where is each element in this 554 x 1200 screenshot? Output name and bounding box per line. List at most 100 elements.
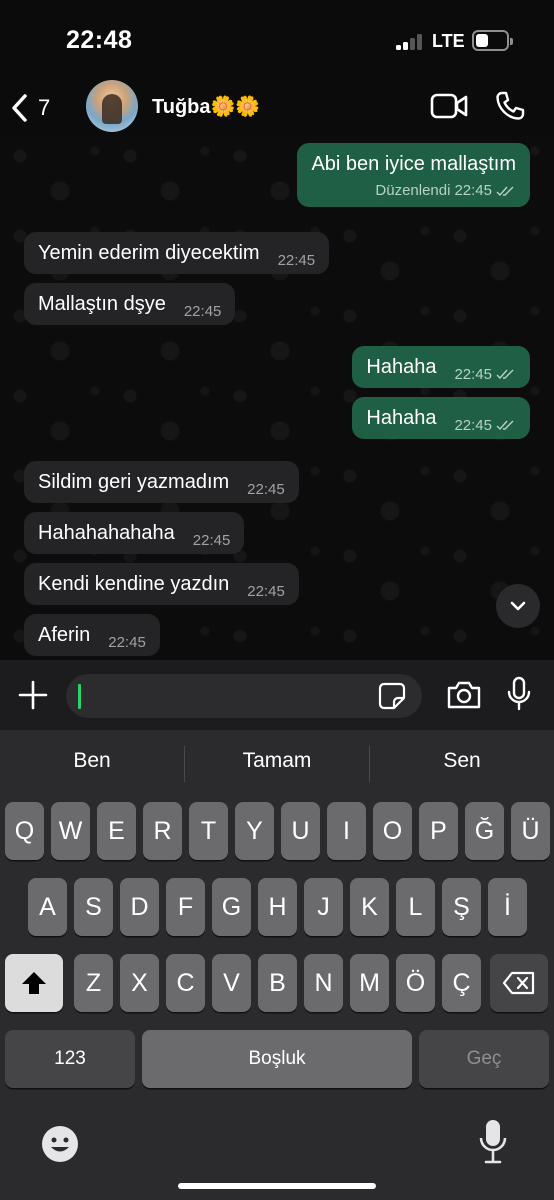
letter-key[interactable]: K <box>350 878 389 936</box>
chevron-down-icon <box>510 601 526 611</box>
letter-key[interactable]: Y <box>235 802 274 860</box>
letter-key[interactable]: J <box>304 878 343 936</box>
contact-emoji: 🌼🌼 <box>210 96 261 118</box>
message-meta: 22:45 <box>454 417 516 434</box>
letter-key[interactable]: Ğ <box>465 802 504 860</box>
message-bubble-incoming[interactable]: Sildim geri yazmadım 22:45 <box>24 461 299 503</box>
voice-call-button[interactable] <box>494 90 526 127</box>
unread-count: 7 <box>38 95 51 120</box>
message-text: Hahaha <box>366 355 437 378</box>
letter-key[interactable]: L <box>396 878 435 936</box>
chat-header: 7 Tuğba🌼🌼 <box>0 80 554 136</box>
predictive-bar: Ben Tamam Sen <box>0 730 554 792</box>
space-key[interactable]: Boşluk <box>142 1030 412 1088</box>
contact-name-text: Tuğba <box>152 96 211 118</box>
message-bubble-incoming[interactable]: Hahahahahaha 22:45 <box>24 512 245 554</box>
letter-key[interactable]: R <box>143 802 182 860</box>
home-indicator <box>178 1183 376 1189</box>
contact-name[interactable]: Tuğba🌼🌼 <box>152 94 260 119</box>
message-time: 22:45 <box>192 531 231 549</box>
signal-icon <box>396 34 428 50</box>
message-text: Hahaha <box>366 406 437 429</box>
message-bubble-outgoing[interactable]: Hahaha 22:45 <box>352 397 530 439</box>
message-time: 22:45 <box>247 582 285 600</box>
shift-key[interactable] <box>5 954 63 1012</box>
message-text: Aferin <box>38 623 91 646</box>
letter-key[interactable]: Ö <box>396 954 435 1012</box>
suggestion-item[interactable]: Sen <box>370 730 554 792</box>
letter-key[interactable]: H <box>258 878 297 936</box>
scroll-to-bottom-button[interactable] <box>496 584 540 628</box>
letter-key[interactable]: G <box>212 878 251 936</box>
letter-key[interactable]: A <box>28 878 67 936</box>
chat-area[interactable]: Abi ben iyice mallaştım Düzenlendi 22:45… <box>0 136 554 660</box>
back-button[interactable]: 7 <box>10 90 70 126</box>
message-bubble-outgoing[interactable]: Hahaha 22:45 <box>352 346 530 388</box>
message-time: 22:45 <box>454 416 492 434</box>
suggestion-item[interactable]: Ben <box>0 730 184 792</box>
message-composer <box>0 660 554 730</box>
letter-key[interactable]: V <box>212 954 251 1012</box>
read-ticks-icon <box>496 186 514 196</box>
battery-icon <box>472 30 513 51</box>
letter-key[interactable]: Ü <box>511 802 550 860</box>
status-bar: 22:48 LTE <box>0 0 554 80</box>
camera-icon <box>447 681 481 709</box>
letter-key[interactable]: E <box>97 802 136 860</box>
sticker-button[interactable] <box>378 682 406 715</box>
letter-key[interactable]: P <box>419 802 458 860</box>
letter-key[interactable]: Q <box>5 802 44 860</box>
message-text: Sildim geri yazmadım <box>38 470 230 493</box>
attach-button[interactable] <box>16 678 50 717</box>
voice-message-button[interactable] <box>506 676 532 717</box>
letter-key[interactable]: İ <box>488 878 527 936</box>
message-time: 22:45 <box>108 633 146 651</box>
backspace-key[interactable] <box>490 954 548 1012</box>
video-call-icon <box>430 93 468 119</box>
message-bubble-incoming[interactable]: Mallaştın dşye 22:45 <box>24 283 236 325</box>
letter-key[interactable]: Ş <box>442 878 481 936</box>
letter-key[interactable]: F <box>166 878 205 936</box>
message-text: Abi ben iyice mallaştım <box>311 153 516 175</box>
letter-key[interactable]: I <box>327 802 366 860</box>
message-bubble-incoming[interactable]: Yemin ederim diyecektim 22:45 <box>24 232 330 274</box>
letter-key[interactable]: N <box>304 954 343 1012</box>
emoji-icon <box>42 1126 78 1162</box>
letter-key[interactable]: M <box>350 954 389 1012</box>
message-bubble-outgoing[interactable]: Abi ben iyice mallaştım Düzenlendi 22:45 <box>297 143 530 207</box>
text-caret <box>78 684 81 709</box>
return-key[interactable]: Geç <box>419 1030 549 1088</box>
emoji-button[interactable] <box>40 1124 80 1169</box>
message-time: 22:45 <box>277 251 316 269</box>
suggestion-item[interactable]: Tamam <box>185 730 369 792</box>
letter-key[interactable]: W <box>51 802 90 860</box>
back-chevron-icon <box>12 94 27 122</box>
edited-label: Düzenlendi <box>375 182 451 199</box>
message-time: 22:45 <box>247 480 285 498</box>
read-ticks-icon <box>496 369 514 380</box>
letter-key[interactable]: S <box>74 878 113 936</box>
message-input[interactable] <box>66 674 422 718</box>
letter-key[interactable]: B <box>258 954 297 1012</box>
letter-key[interactable]: C <box>166 954 205 1012</box>
letter-key[interactable]: O <box>373 802 412 860</box>
letter-key[interactable]: T <box>189 802 228 860</box>
message-bubble-incoming[interactable]: Aferin 22:45 <box>24 614 160 656</box>
letter-key[interactable]: D <box>120 878 159 936</box>
dictation-button[interactable] <box>478 1118 508 1171</box>
shift-icon <box>22 972 46 994</box>
camera-button[interactable] <box>446 680 482 715</box>
message-bubble-incoming[interactable]: Kendi kendine yazdın 22:45 <box>24 563 299 605</box>
read-ticks-icon <box>496 420 514 431</box>
letter-key[interactable]: Ç <box>442 954 481 1012</box>
numbers-key[interactable]: 123 <box>5 1030 135 1088</box>
message-time: 22:45 <box>454 182 492 199</box>
letter-key[interactable]: U <box>281 802 320 860</box>
message-text: Yemin ederim diyecektim <box>38 241 260 264</box>
plus-icon <box>18 680 48 710</box>
video-call-button[interactable] <box>430 92 468 125</box>
status-time: 22:48 <box>66 26 133 54</box>
letter-key[interactable]: X <box>120 954 159 1012</box>
letter-key[interactable]: Z <box>74 954 113 1012</box>
avatar[interactable] <box>86 80 138 132</box>
